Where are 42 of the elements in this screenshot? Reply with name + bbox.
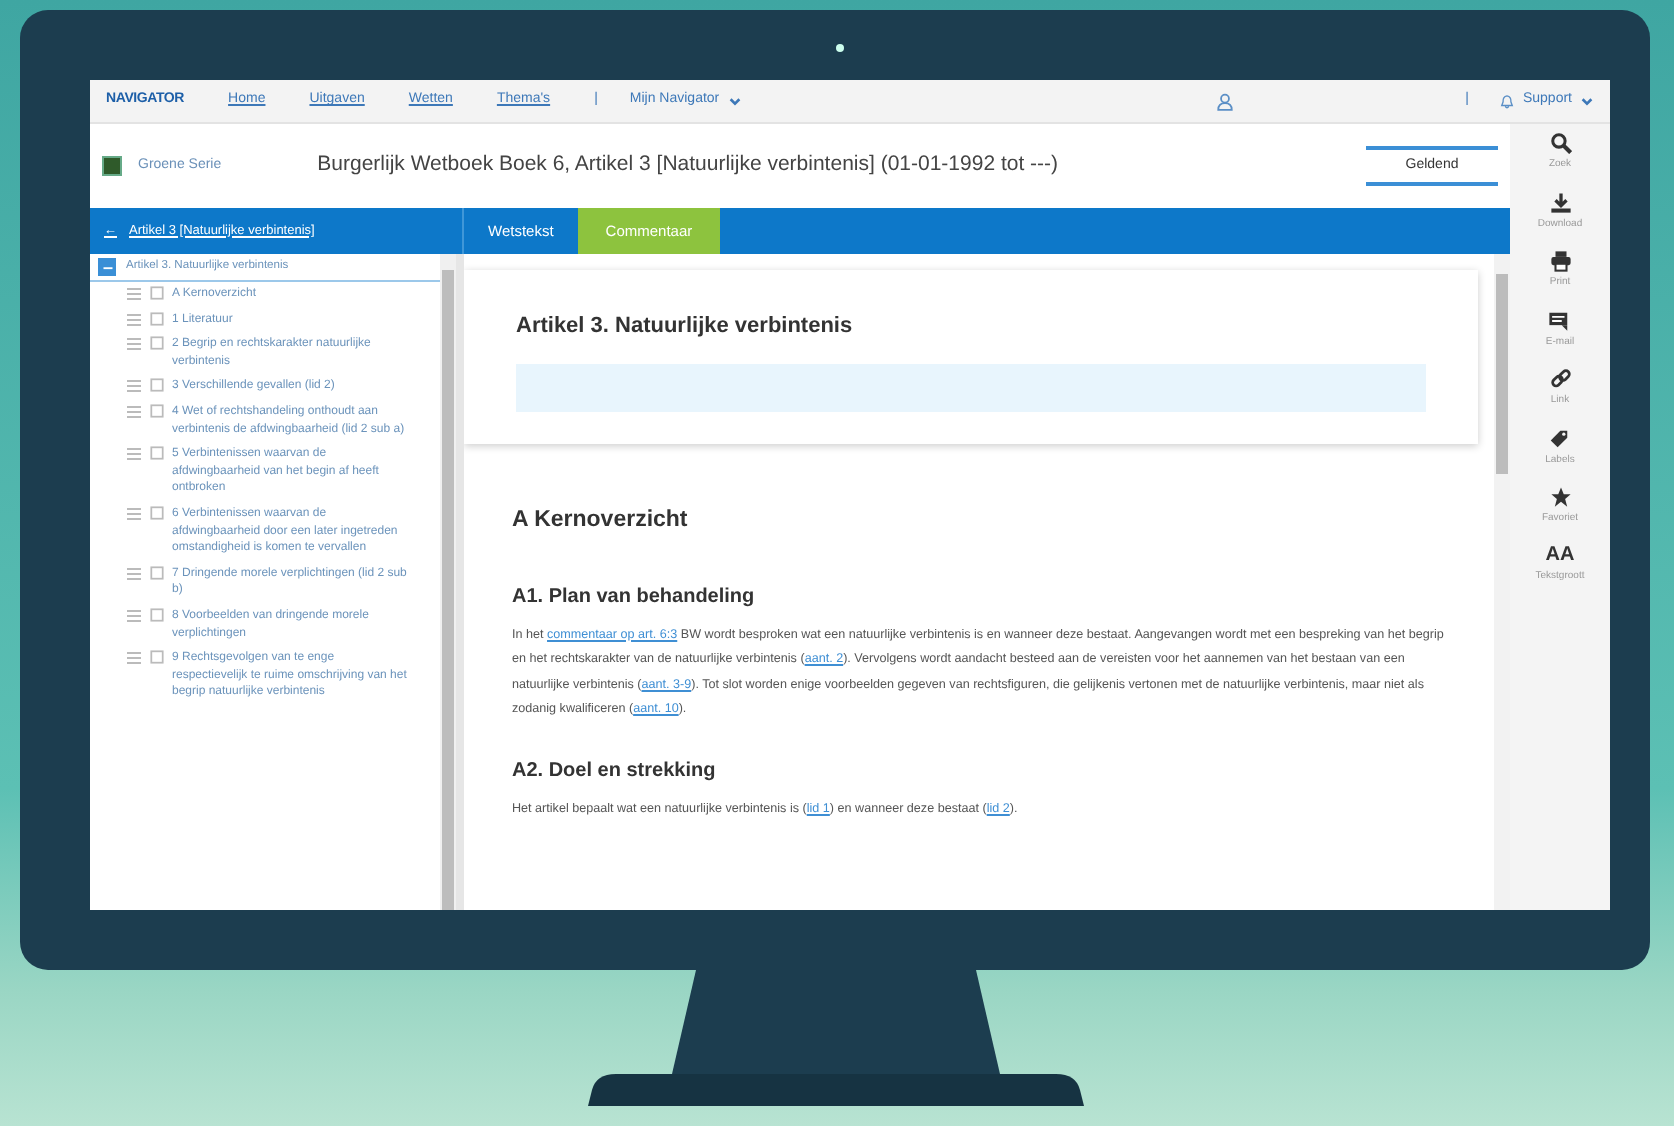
drag-handle-icon: [126, 446, 142, 463]
checkbox-icon[interactable]: [150, 336, 164, 351]
checkbox-icon[interactable]: [150, 311, 164, 326]
search-icon: [1549, 132, 1571, 154]
drag-handle-icon: [126, 403, 142, 420]
collapse-toggle[interactable]: [98, 258, 116, 276]
camera-dot: [835, 44, 843, 52]
drag-handle-icon: [126, 607, 142, 624]
checkbox-icon[interactable]: [150, 446, 164, 461]
document-title: Burgerlijk Wetboek Boek 6, Artikel 3 [Natuurlijke verbintenis] (01-01-1992 tot ---): [317, 150, 1061, 181]
checkbox-icon[interactable]: [150, 403, 164, 418]
tag-icon: [1548, 427, 1571, 449]
checkbox-icon[interactable]: [150, 505, 164, 520]
drag-handle-icon: [126, 286, 142, 302]
publication-logo-icon: [102, 156, 122, 176]
drag-handle-icon: [126, 378, 142, 395]
checkbox-icon[interactable]: [150, 650, 164, 665]
section-heading: A Kernoverzicht: [512, 505, 690, 535]
drag-handle-icon: [126, 505, 142, 522]
chevron-down-icon: [1580, 94, 1594, 108]
chevron-down-icon: [727, 94, 742, 108]
checkbox-icon[interactable]: [150, 286, 164, 300]
scrollbar-thumb[interactable]: [1496, 274, 1508, 474]
checkbox-icon[interactable]: [150, 565, 164, 580]
minus-icon: [101, 261, 113, 273]
subsection-heading: A1. Plan van behandeling: [512, 583, 757, 612]
printer-icon: [1549, 250, 1571, 272]
drag-handle-icon: [126, 650, 142, 667]
drag-handle-icon: [126, 336, 142, 353]
email-icon: [1548, 309, 1571, 331]
user-icon[interactable]: [1215, 91, 1234, 111]
article-title: Artikel 3. Natuurlijke verbintenis: [516, 312, 855, 342]
bell-icon: [1500, 93, 1515, 109]
scrollbar-thumb[interactable]: [442, 270, 454, 910]
drag-handle-icon: [126, 311, 142, 328]
star-icon: [1549, 486, 1571, 508]
drag-handle-icon: [126, 565, 142, 582]
checkbox-icon[interactable]: [150, 378, 164, 393]
subsection-heading: A2. Doel en strekking: [512, 757, 718, 786]
download-icon: [1549, 191, 1571, 213]
link-icon: [1549, 368, 1571, 390]
checkbox-icon[interactable]: [150, 607, 164, 622]
